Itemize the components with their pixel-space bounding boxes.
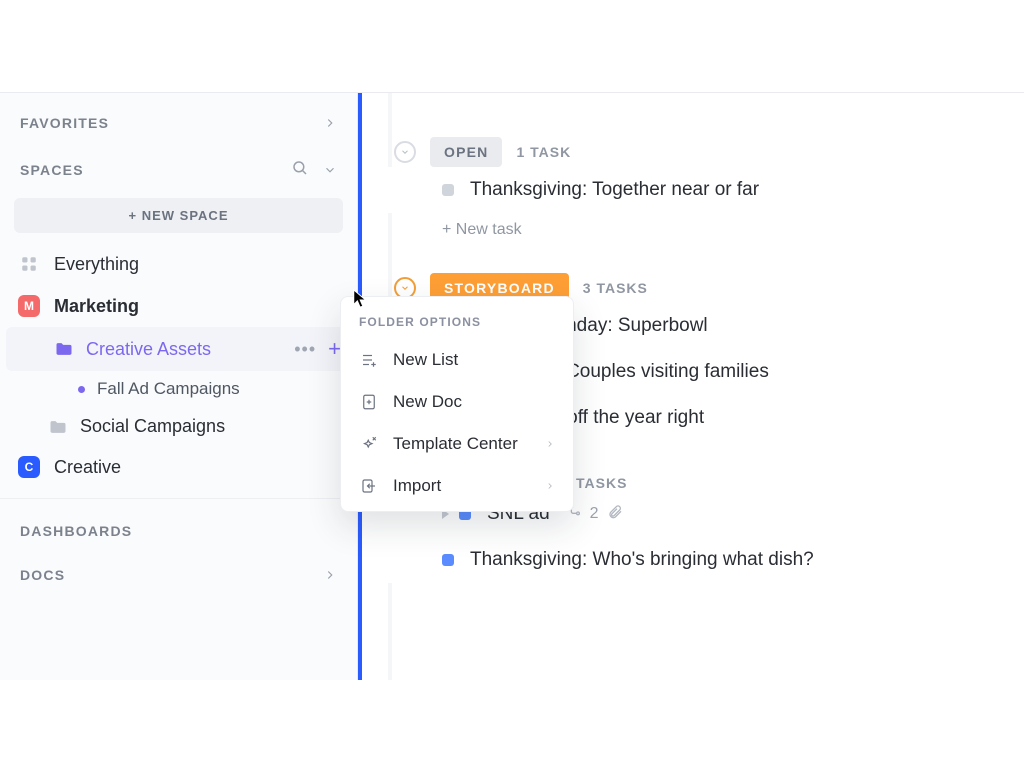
task-title: Thanksgiving: Together near or far bbox=[470, 179, 759, 201]
folder-label: Creative Assets bbox=[86, 339, 282, 360]
status-pill[interactable]: OPEN bbox=[430, 137, 502, 167]
folder-social-campaigns[interactable]: Social Campaigns bbox=[0, 407, 357, 446]
docs-header[interactable]: DOCS bbox=[0, 553, 357, 597]
favorites-header[interactable]: FAVORITES bbox=[0, 101, 357, 145]
task-count: 1 TASK bbox=[516, 144, 571, 160]
more-icon[interactable]: ••• bbox=[294, 339, 316, 360]
import-icon bbox=[359, 477, 379, 495]
new-space-button[interactable]: + NEW SPACE bbox=[14, 198, 343, 233]
folder-icon bbox=[48, 417, 68, 437]
grid-icon bbox=[18, 253, 40, 275]
new-task-button[interactable]: + New task bbox=[376, 213, 1024, 239]
menu-label: Import bbox=[393, 476, 441, 496]
everything-row[interactable]: Everything bbox=[0, 243, 357, 285]
chevron-right-icon bbox=[545, 476, 555, 496]
status-square-icon[interactable] bbox=[442, 184, 454, 196]
favorites-label: FAVORITES bbox=[20, 115, 109, 131]
space-row-creative[interactable]: C Creative bbox=[0, 446, 357, 488]
sparkle-icon bbox=[359, 435, 379, 453]
task-count: 3 TASKS bbox=[583, 280, 648, 296]
search-icon[interactable] bbox=[291, 159, 309, 180]
folder-options-popover: FOLDER OPTIONS New List New Doc Template… bbox=[340, 296, 574, 512]
space-name: Creative bbox=[54, 457, 339, 478]
folder-creative-assets[interactable]: Creative Assets ••• + bbox=[6, 327, 351, 371]
list-bullet-icon bbox=[78, 386, 85, 393]
menu-item-template-center[interactable]: Template Center bbox=[341, 423, 573, 465]
docs-label: DOCS bbox=[20, 567, 65, 583]
chevron-right-icon bbox=[545, 434, 555, 454]
chevron-down-icon[interactable] bbox=[323, 163, 337, 177]
subtask-count: 2 bbox=[590, 505, 599, 523]
menu-label: Template Center bbox=[393, 434, 518, 454]
status-square-icon[interactable] bbox=[442, 554, 454, 566]
menu-label: New Doc bbox=[393, 392, 462, 412]
group-header[interactable]: OPEN 1 TASK bbox=[394, 137, 1024, 167]
spaces-header[interactable]: SPACES bbox=[0, 145, 357, 194]
space-avatar-creative: C bbox=[18, 456, 40, 478]
chevron-right-icon bbox=[323, 568, 337, 582]
cursor-icon bbox=[352, 288, 370, 315]
popover-title: FOLDER OPTIONS bbox=[341, 307, 573, 339]
space-avatar-marketing: M bbox=[18, 295, 40, 317]
task-count: TASKS bbox=[576, 475, 627, 491]
dashboards-header[interactable]: DASHBOARDS bbox=[0, 509, 357, 553]
everything-label: Everything bbox=[54, 254, 339, 275]
chevron-right-icon bbox=[323, 116, 337, 130]
folder-icon bbox=[54, 339, 74, 359]
list-label: Fall Ad Campaigns bbox=[97, 379, 240, 399]
sidebar: FAVORITES SPACES + NEW SPACE bbox=[0, 93, 358, 680]
menu-item-new-list[interactable]: New List bbox=[341, 339, 573, 381]
folder-label: Social Campaigns bbox=[80, 416, 339, 437]
task-row[interactable]: Thanksgiving: Who's bringing what dish? bbox=[376, 537, 1024, 583]
doc-icon bbox=[359, 393, 379, 411]
divider bbox=[0, 498, 357, 499]
attachment-icon[interactable] bbox=[607, 504, 623, 525]
spaces-label: SPACES bbox=[20, 162, 84, 178]
list-icon bbox=[359, 351, 379, 369]
menu-item-import[interactable]: Import bbox=[341, 465, 573, 507]
dashboards-label: DASHBOARDS bbox=[20, 523, 132, 539]
collapse-toggle-icon[interactable] bbox=[394, 141, 416, 163]
group-header[interactable]: TASKS bbox=[576, 475, 1024, 491]
task-row[interactable]: Thanksgiving: Together near or far bbox=[376, 167, 1024, 213]
menu-label: New List bbox=[393, 350, 458, 370]
menu-item-new-doc[interactable]: New Doc bbox=[341, 381, 573, 423]
space-row-marketing[interactable]: M Marketing bbox=[0, 285, 357, 327]
list-fall-ad-campaigns[interactable]: Fall Ad Campaigns bbox=[0, 371, 357, 407]
space-name: Marketing bbox=[54, 296, 339, 317]
status-group-open: OPEN 1 TASK Thanksgiving: Together near … bbox=[376, 137, 1024, 239]
task-title: Thanksgiving: Who's bringing what dish? bbox=[470, 549, 814, 571]
